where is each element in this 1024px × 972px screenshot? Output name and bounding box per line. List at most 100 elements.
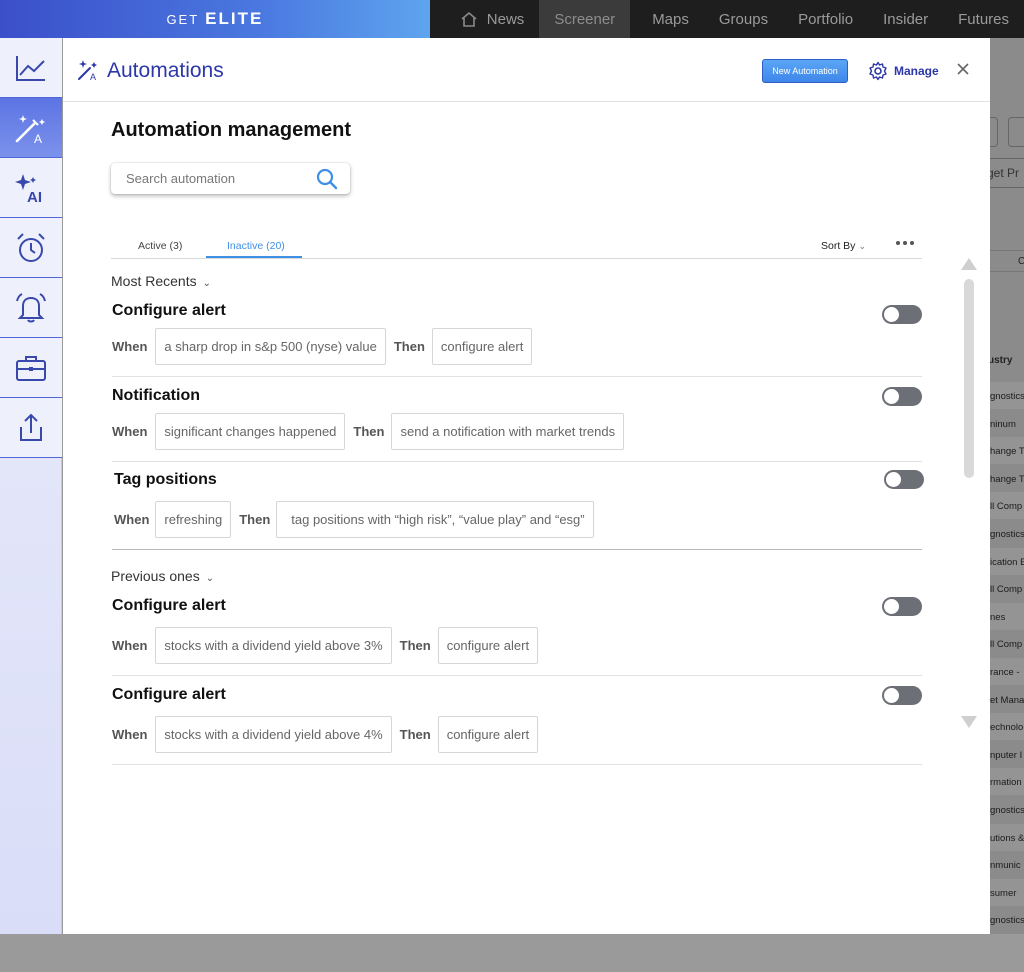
automation-toggle[interactable] bbox=[882, 597, 922, 616]
when-keyword: When bbox=[112, 339, 148, 354]
sort-by-dropdown[interactable]: Sort By ⌄ bbox=[821, 240, 866, 252]
background-search-box: get Pr bbox=[990, 158, 1024, 188]
when-keyword: When bbox=[112, 638, 148, 653]
more-options-icon[interactable] bbox=[896, 241, 914, 245]
background-table-cell: rance - bbox=[990, 658, 1024, 685]
close-icon[interactable] bbox=[956, 62, 970, 76]
magic-wand-icon: A bbox=[78, 60, 97, 82]
left-sidebar: A AI bbox=[0, 38, 62, 934]
background-table-cell: echnolo bbox=[990, 713, 1024, 741]
background-table-cell: rmation bbox=[990, 768, 1024, 796]
divider bbox=[112, 764, 922, 765]
page-title: Automation management bbox=[111, 119, 352, 141]
when-keyword: When bbox=[114, 512, 150, 527]
action-field[interactable]: configure alert bbox=[431, 328, 533, 365]
background-table-cell: sumer bbox=[990, 878, 1024, 906]
automation-toggle[interactable] bbox=[884, 470, 924, 489]
svg-text:AI: AI bbox=[27, 189, 42, 205]
nav-news[interactable]: News bbox=[430, 0, 540, 38]
nav-screener-label: Screener bbox=[554, 10, 616, 28]
background-table-cell: ll Comp bbox=[990, 584, 1023, 596]
condition-field[interactable]: refreshing bbox=[155, 501, 232, 538]
nav-futures[interactable]: Futures bbox=[943, 0, 1024, 38]
automation-toggle[interactable] bbox=[882, 305, 922, 324]
tab-active-indicator bbox=[206, 256, 302, 258]
get-elite-label: ELITE bbox=[205, 9, 264, 28]
background-table-cell: hange T bbox=[990, 437, 1024, 465]
gear-icon bbox=[869, 61, 887, 81]
nav-futures-label: Futures bbox=[958, 10, 1009, 28]
condition-field[interactable]: a sharp drop in s&p 500 (nyse) value bbox=[155, 328, 386, 365]
alarm-clock-icon bbox=[17, 232, 45, 262]
sidebar-item-ai[interactable]: AI bbox=[0, 158, 62, 218]
divider bbox=[112, 376, 922, 377]
share-icon bbox=[20, 413, 42, 441]
sidebar-item-automations[interactable]: A bbox=[0, 98, 62, 158]
automation-toggle[interactable] bbox=[882, 686, 922, 705]
search-input[interactable] bbox=[126, 171, 306, 186]
background-table-cell: gnostics bbox=[990, 529, 1024, 540]
nav-maps[interactable]: Maps bbox=[630, 0, 704, 38]
scroll-down-arrow[interactable] bbox=[961, 716, 977, 728]
get-elite-banner[interactable]: GET ELITE bbox=[0, 0, 430, 38]
section-divider bbox=[112, 549, 922, 550]
action-field[interactable]: tag positions with “high risk”, “value p… bbox=[276, 501, 594, 538]
sidebar-item-export[interactable] bbox=[0, 398, 62, 458]
nav-maps-label: Maps bbox=[652, 10, 689, 28]
nav-groups[interactable]: Groups bbox=[704, 0, 783, 38]
sidebar-item-portfolio[interactable] bbox=[0, 338, 62, 398]
background-screener-table: get Pr C ustry gnostics ninum hange T hange… bbox=[990, 38, 1024, 934]
nav-portfolio[interactable]: Portfolio bbox=[783, 0, 868, 38]
automation-title: Configure alert bbox=[112, 302, 226, 319]
search-box[interactable] bbox=[111, 163, 350, 194]
tab-active[interactable]: Active (3) bbox=[138, 240, 182, 252]
svg-text:A: A bbox=[90, 72, 96, 82]
scroll-up-arrow[interactable] bbox=[961, 258, 977, 270]
new-automation-button[interactable]: New Automation bbox=[762, 59, 848, 83]
background-table-cell: ninum bbox=[990, 418, 1016, 430]
section-most-recents[interactable]: Most Recents ⌄ bbox=[111, 273, 211, 289]
nav-insider-label: Insider bbox=[883, 10, 929, 28]
then-keyword: Then bbox=[399, 727, 431, 742]
nav-screener[interactable]: Screener bbox=[539, 0, 631, 38]
condition-field[interactable]: stocks with a dividend yield above 3% bbox=[155, 627, 392, 664]
then-keyword: Then bbox=[239, 512, 271, 527]
when-keyword: When bbox=[112, 727, 148, 742]
scrollbar-thumb[interactable] bbox=[964, 279, 974, 478]
background-table-cell: hange T bbox=[990, 473, 1024, 485]
automation-title: Tag positions bbox=[114, 471, 217, 488]
svg-text:A: A bbox=[34, 132, 42, 145]
sidebar-item-alerts[interactable] bbox=[0, 278, 62, 338]
nav-groups-label: Groups bbox=[718, 10, 769, 28]
sidebar-item-alarms[interactable] bbox=[0, 218, 62, 278]
status-tabs: Active (3) Inactive (20) Sort By ⌄ bbox=[111, 231, 922, 259]
then-keyword: Then bbox=[399, 638, 431, 653]
automation-rule: When stocks with a dividend yield above … bbox=[112, 627, 539, 664]
panel-title: Automations bbox=[107, 59, 224, 82]
background-table-cell: nputer I bbox=[990, 749, 1023, 761]
section-label: Previous ones bbox=[111, 568, 200, 584]
condition-field[interactable]: significant changes happened bbox=[155, 413, 346, 450]
search-icon[interactable] bbox=[315, 167, 339, 191]
divider bbox=[112, 461, 922, 462]
background-table-cell: utions & bbox=[990, 823, 1024, 851]
when-keyword: When bbox=[112, 424, 148, 439]
action-field[interactable]: send a notification with market trends bbox=[391, 413, 625, 450]
condition-field[interactable]: stocks with a dividend yield above 4% bbox=[155, 716, 392, 753]
top-navigation-bar: GET ELITE News Screener Maps Groups Port… bbox=[0, 0, 1024, 38]
tab-inactive[interactable]: Inactive (20) bbox=[227, 240, 285, 252]
section-previous-ones[interactable]: Previous ones ⌄ bbox=[111, 568, 214, 584]
action-field[interactable]: configure alert bbox=[437, 627, 539, 664]
chevron-down-icon: ⌄ bbox=[858, 241, 866, 251]
sidebar-item-charts[interactable] bbox=[0, 38, 62, 98]
briefcase-icon bbox=[16, 355, 46, 381]
chevron-down-icon: ⌄ bbox=[202, 278, 211, 289]
background-industry-header: ustry bbox=[990, 355, 1013, 366]
manage-button[interactable]: Manage bbox=[868, 59, 939, 83]
manage-label: Manage bbox=[894, 64, 939, 78]
automation-toggle[interactable] bbox=[882, 387, 922, 406]
sort-by-label: Sort By bbox=[821, 240, 856, 252]
nav-insider[interactable]: Insider bbox=[868, 0, 943, 38]
action-field[interactable]: configure alert bbox=[437, 716, 539, 753]
then-keyword: Then bbox=[353, 424, 385, 439]
